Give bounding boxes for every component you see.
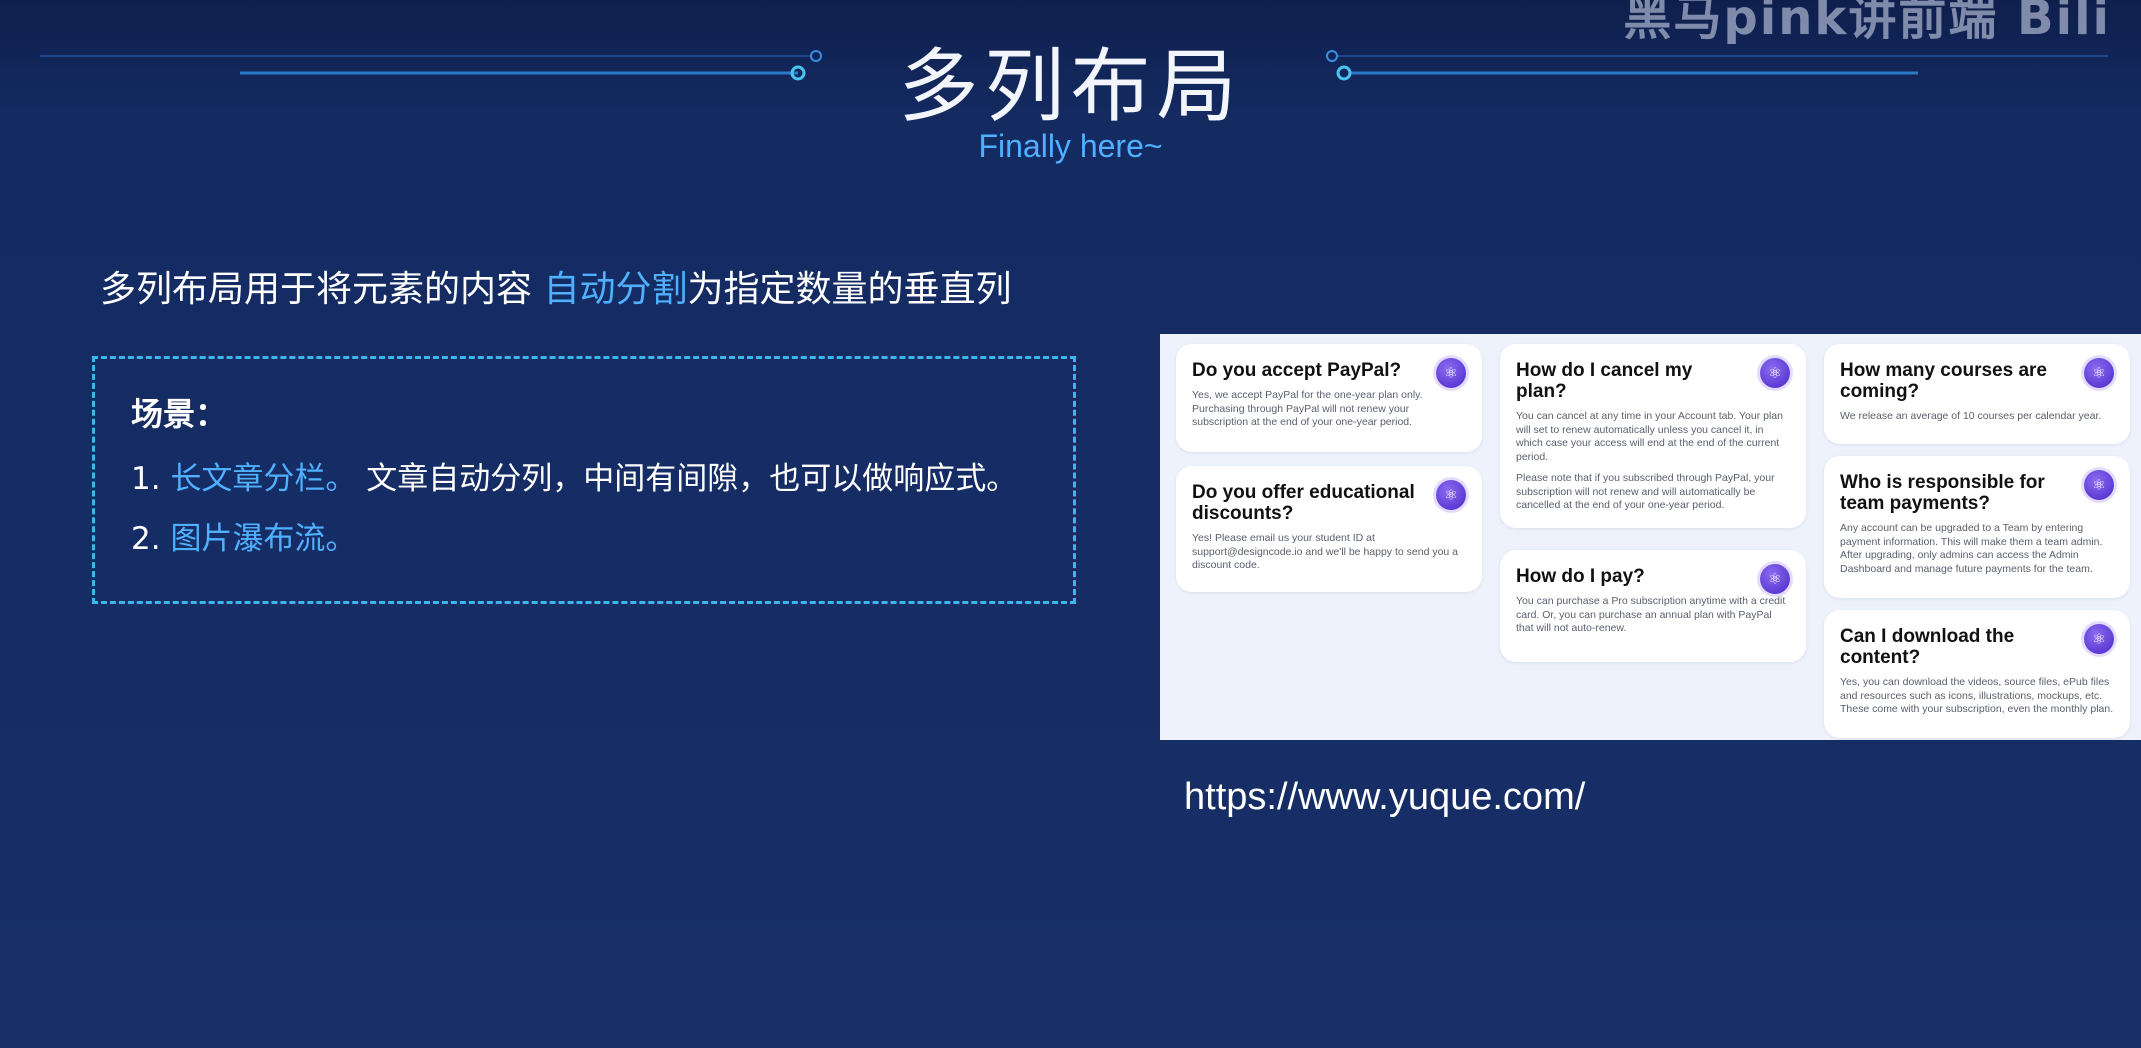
scene-item: 2. 图片瀑布流。 xyxy=(131,513,356,558)
faq-card-title: Who is responsible for team payments? xyxy=(1840,472,2045,514)
scene-item-highlight: 长文章分栏。 xyxy=(170,461,357,497)
faq-card-title: Can I download the content? xyxy=(1840,626,2015,668)
scene-box: 场景： 1. 长文章分栏。 文章自动分列，中间有间隙，也可以做响应式。 2. 图… xyxy=(92,356,1076,604)
faq-card-title: Do you accept PayPal? xyxy=(1192,360,1402,381)
faq-card-text: Yes! Please email us your student ID at … xyxy=(1192,532,1459,571)
faq-card: Can I download the content? Yes, you can… xyxy=(1824,610,2130,738)
react-logo-icon: ⚛ xyxy=(1760,358,1790,388)
faq-card: How many courses are coming? We release … xyxy=(1824,344,2130,444)
react-logo-icon: ⚛ xyxy=(2084,470,2114,500)
scene-item-number: 2. xyxy=(131,521,171,557)
react-logo-icon: ⚛ xyxy=(2084,358,2114,388)
faq-card-text: You can purchase a Pro subscription anyt… xyxy=(1516,595,1786,634)
faq-card-text: Yes, you can download the videos, source… xyxy=(1840,676,2114,715)
intro-before: 多列布局用于将元素的内容 xyxy=(100,269,544,310)
scene-item-number: 1. xyxy=(131,461,171,497)
slide-title: 多列布局 xyxy=(898,40,1243,133)
faq-card-text: You can cancel at any time in your Accou… xyxy=(1516,410,1783,463)
faq-screenshot: Do you accept PayPal? Yes, we accept Pay… xyxy=(1160,334,2141,740)
faq-card: Who is responsible for team payments? An… xyxy=(1824,456,2130,598)
intro-after: 为指定数量的垂直列 xyxy=(687,269,1012,310)
reference-url[interactable]: https://www.yuque.com/ xyxy=(1184,776,1585,819)
faq-card: How do I cancel my plan? You can cancel … xyxy=(1500,344,1806,528)
faq-card-title: How many courses are coming? xyxy=(1840,360,2047,402)
react-logo-icon: ⚛ xyxy=(2084,624,2114,654)
intro-text: 多列布局用于将元素的内容 自动分割为指定数量的垂直列 xyxy=(100,260,1011,312)
react-logo-icon: ⚛ xyxy=(1436,358,1466,388)
faq-card-title: Do you offer educational discounts? xyxy=(1192,482,1415,524)
faq-card-text: Please note that if you subscribed throu… xyxy=(1516,472,1775,511)
faq-card-text: We release an average of 10 courses per … xyxy=(1840,410,2102,422)
intro-highlight: 自动分割 xyxy=(543,269,688,310)
scene-label: 场景： xyxy=(131,395,228,433)
faq-card: How do I pay? You can purchase a Pro sub… xyxy=(1500,550,1806,662)
faq-card-text: Any account can be upgraded to a Team by… xyxy=(1840,522,2103,575)
scene-item-text: 文章自动分列，中间有间隙，也可以做响应式。 xyxy=(356,461,1018,497)
react-logo-icon: ⚛ xyxy=(1760,564,1790,594)
slide-subtitle: Finally here~ xyxy=(978,128,1163,164)
faq-card: Do you offer educational discounts? Yes!… xyxy=(1176,466,1482,592)
faq-card-text: Yes, we accept PayPal for the one-year p… xyxy=(1192,389,1423,428)
faq-card-title: How do I cancel my plan? xyxy=(1516,360,1693,402)
scene-item-highlight: 图片瀑布流。 xyxy=(170,521,357,557)
faq-card: Do you accept PayPal? Yes, we accept Pay… xyxy=(1176,344,1482,452)
react-logo-icon: ⚛ xyxy=(1436,480,1466,510)
faq-card-title: How do I pay? xyxy=(1516,566,1645,587)
scene-item: 1. 长文章分栏。 文章自动分列，中间有间隙，也可以做响应式。 xyxy=(131,453,1017,498)
